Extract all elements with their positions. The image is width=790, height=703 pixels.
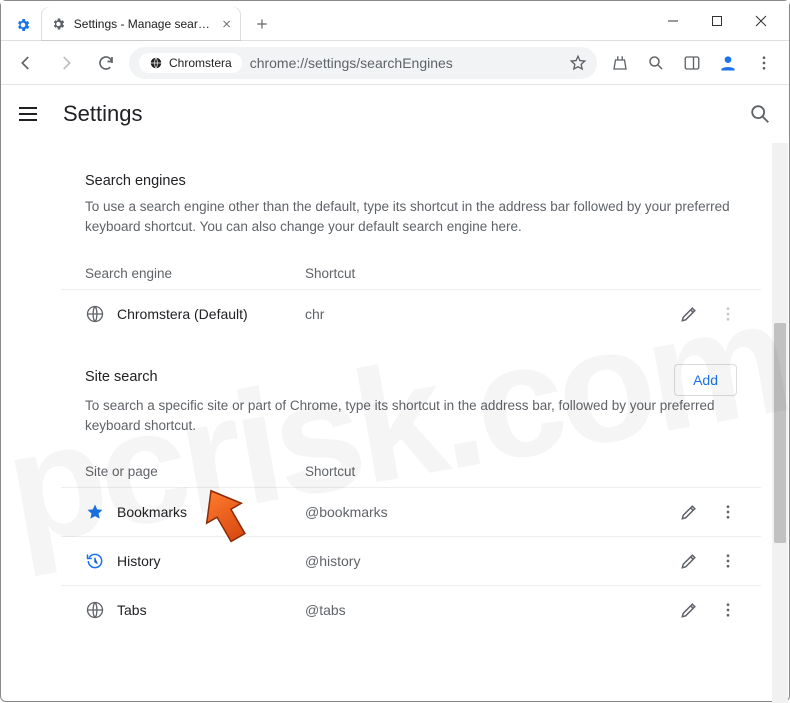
site-shortcut: @bookmarks bbox=[305, 504, 647, 520]
section-title-search-engines: Search engines bbox=[61, 153, 761, 197]
content-scroll[interactable]: Search engines To use a search engine ot… bbox=[1, 143, 789, 703]
forward-button[interactable] bbox=[49, 46, 83, 80]
pinned-tab[interactable] bbox=[9, 9, 37, 41]
more-actions-button bbox=[719, 305, 737, 323]
col-header-shortcut: Shortcut bbox=[305, 266, 647, 281]
close-icon[interactable] bbox=[222, 19, 231, 29]
site-search-header-row: Site search Add bbox=[61, 338, 761, 396]
engine-shortcut: chr bbox=[305, 306, 647, 322]
section-desc-search-engines: To use a search engine other than the de… bbox=[61, 197, 761, 256]
site-name: Bookmarks bbox=[117, 504, 187, 520]
columns-header: Search engine Shortcut bbox=[61, 256, 761, 289]
new-tab-button[interactable] bbox=[245, 7, 279, 41]
site-search-row: Tabs @tabs bbox=[61, 585, 761, 634]
extensions-button[interactable] bbox=[603, 46, 637, 80]
site-search-row: Bookmarks @bookmarks bbox=[61, 487, 761, 536]
edit-button[interactable] bbox=[679, 304, 699, 324]
content-area: Search engines To use a search engine ot… bbox=[1, 143, 789, 703]
col-header-site: Site or page bbox=[85, 464, 305, 479]
col-header-site-shortcut: Shortcut bbox=[305, 464, 647, 479]
section-desc-site-search: To search a specific site or part of Chr… bbox=[61, 396, 761, 455]
search-engine-row: Chromstera (Default) chr bbox=[61, 289, 761, 338]
star-icon bbox=[85, 502, 105, 522]
columns-header-site: Site or page Shortcut bbox=[61, 454, 761, 487]
more-actions-button[interactable] bbox=[719, 503, 737, 521]
kebab-menu-button[interactable] bbox=[747, 46, 781, 80]
profile-button[interactable] bbox=[711, 46, 745, 80]
globe-icon bbox=[85, 304, 105, 324]
chip-label: Chromstera bbox=[169, 56, 232, 70]
gear-icon bbox=[51, 16, 66, 32]
engine-name: Chromstera (Default) bbox=[117, 306, 248, 322]
close-window-button[interactable] bbox=[739, 6, 783, 36]
site-name: Tabs bbox=[117, 602, 147, 618]
back-button[interactable] bbox=[9, 46, 43, 80]
globe-icon bbox=[149, 56, 163, 70]
maximize-button[interactable] bbox=[695, 6, 739, 36]
scrollbar-track[interactable] bbox=[772, 143, 788, 703]
url-text: chrome://settings/searchEngines bbox=[250, 55, 561, 71]
site-shortcut: @tabs bbox=[305, 602, 647, 618]
address-bar[interactable]: Chromstera chrome://settings/searchEngin… bbox=[129, 47, 597, 79]
more-actions-button[interactable] bbox=[719, 552, 737, 570]
more-actions-button[interactable] bbox=[719, 601, 737, 619]
history-icon bbox=[85, 551, 105, 571]
search-toolbar-button[interactable] bbox=[639, 46, 673, 80]
site-name: History bbox=[117, 553, 161, 569]
page-title: Settings bbox=[63, 101, 143, 127]
menu-button[interactable] bbox=[19, 102, 43, 126]
tab-title: Settings - Manage search engi bbox=[74, 17, 214, 31]
plus-icon bbox=[255, 17, 269, 31]
edit-button[interactable] bbox=[679, 502, 699, 522]
edit-button[interactable] bbox=[679, 600, 699, 620]
section-title-site-search: Site search bbox=[85, 369, 158, 391]
settings-search-button[interactable] bbox=[749, 103, 771, 125]
toolbar-right bbox=[603, 46, 781, 80]
edit-button[interactable] bbox=[679, 551, 699, 571]
search-provider-chip[interactable]: Chromstera bbox=[139, 53, 242, 73]
minimize-button[interactable] bbox=[651, 6, 695, 36]
side-panel-button[interactable] bbox=[675, 46, 709, 80]
add-site-search-button[interactable]: Add bbox=[674, 364, 737, 396]
settings-card: Search engines To use a search engine ot… bbox=[61, 153, 761, 634]
gear-icon bbox=[15, 17, 31, 33]
site-shortcut: @history bbox=[305, 553, 647, 569]
col-header-engine: Search engine bbox=[85, 266, 305, 281]
tab-strip: Settings - Manage search engi bbox=[9, 1, 279, 40]
active-tab[interactable]: Settings - Manage search engi bbox=[41, 7, 241, 41]
reload-button[interactable] bbox=[89, 46, 123, 80]
site-search-row: History @history bbox=[61, 536, 761, 585]
window-controls bbox=[651, 6, 783, 36]
settings-header: Settings bbox=[1, 85, 789, 143]
star-icon[interactable] bbox=[569, 54, 587, 72]
globe-icon bbox=[85, 600, 105, 620]
browser-toolbar: Chromstera chrome://settings/searchEngin… bbox=[1, 41, 789, 85]
scrollbar-thumb[interactable] bbox=[774, 323, 786, 543]
window-titlebar: Settings - Manage search engi bbox=[1, 1, 789, 41]
